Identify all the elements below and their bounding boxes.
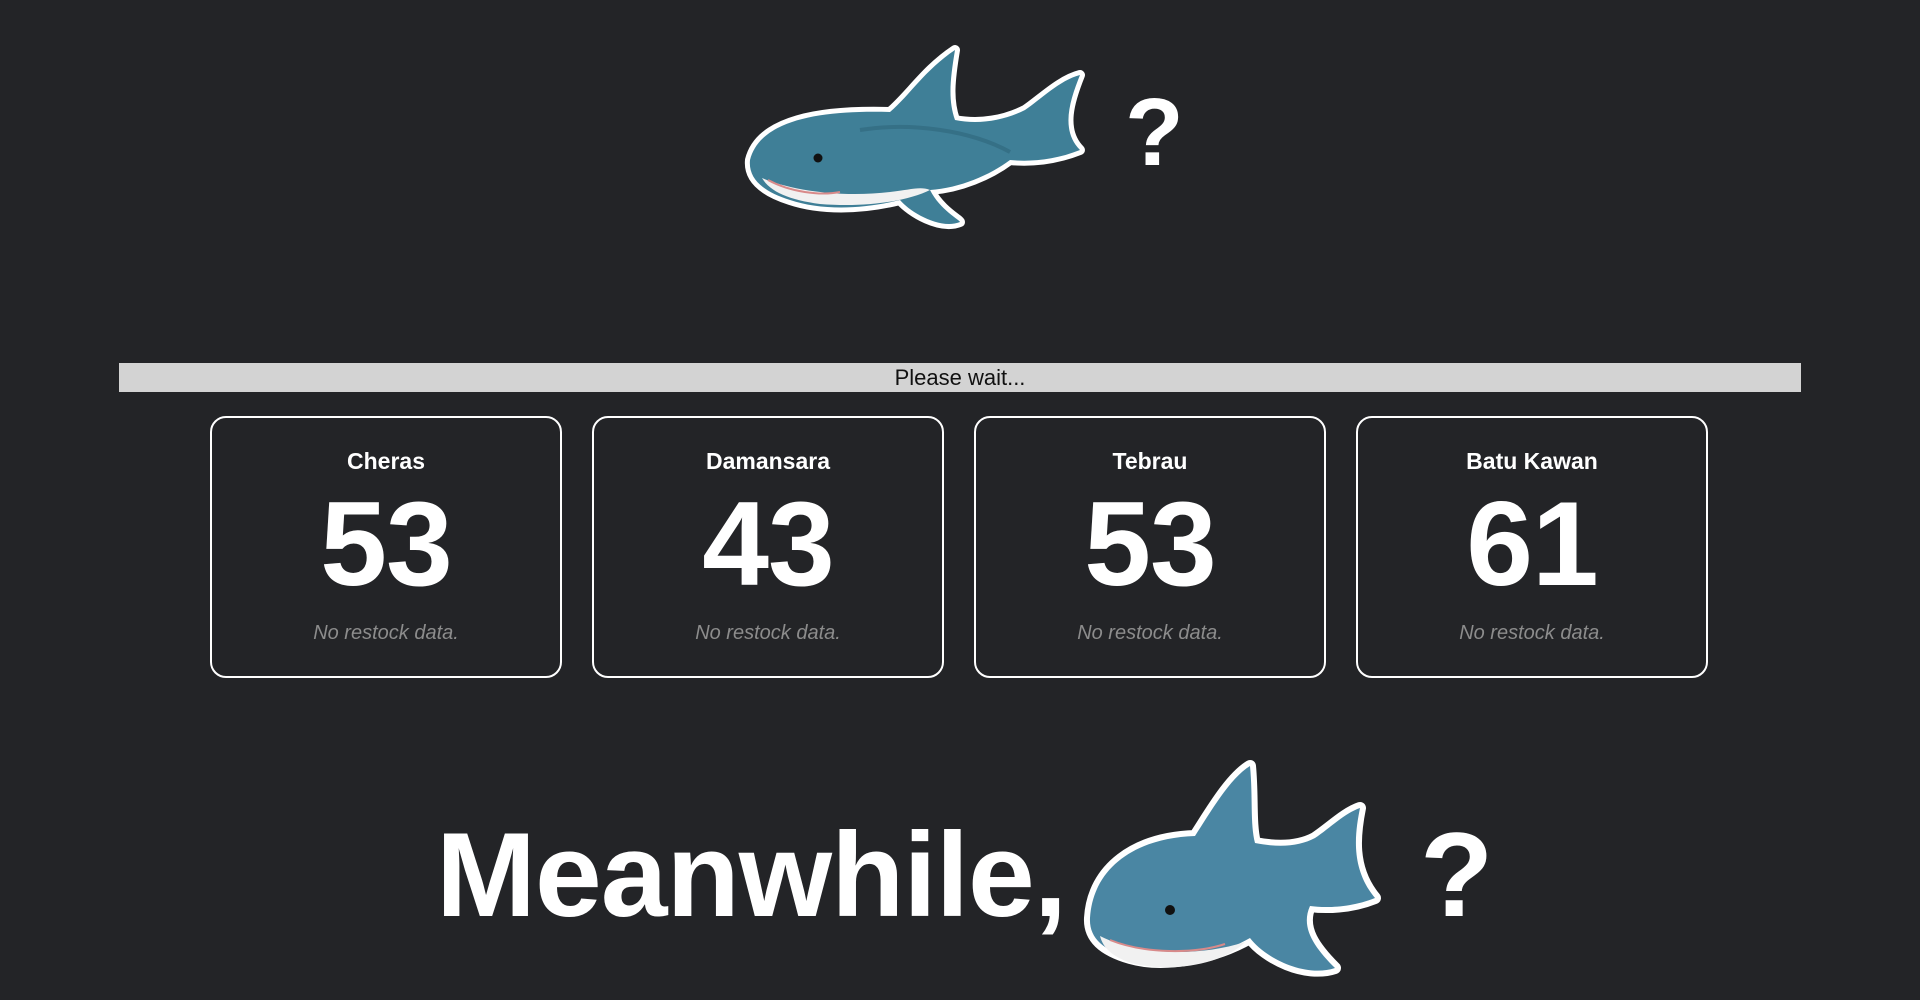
store-card-damansara: Damansara 43 No restock data. xyxy=(592,416,944,678)
restock-note: No restock data. xyxy=(1459,622,1605,644)
restock-note: No restock data. xyxy=(1077,622,1223,644)
shark-plush-icon xyxy=(1075,758,1415,1000)
store-name: Cheras xyxy=(347,448,425,474)
restock-note: No restock data. xyxy=(695,622,841,644)
store-name: Damansara xyxy=(705,448,831,474)
store-card-batu-kawan: Batu Kawan 61 No restock data. xyxy=(1356,416,1708,678)
question-mark: ? xyxy=(1420,808,1494,942)
store-cards: Cheras 53 No restock data. Damansara 43 … xyxy=(210,416,1710,678)
store-card-cheras: Cheras 53 No restock data. xyxy=(210,416,562,678)
stock-count: 53 xyxy=(1084,477,1216,611)
page: ? Please wait... Cheras 53 No restock da… xyxy=(0,0,1920,1000)
stock-count: 53 xyxy=(320,477,452,611)
stock-count: 61 xyxy=(1466,477,1598,611)
shark-plush-icon xyxy=(740,40,1180,280)
loading-status-bar: Please wait... xyxy=(119,363,1801,392)
restock-note: No restock data. xyxy=(313,622,459,644)
store-name: Batu Kawan xyxy=(1466,448,1598,474)
store-card-tebrau: Tebrau 53 No restock data. xyxy=(974,416,1326,678)
question-mark: ? xyxy=(1125,79,1184,186)
store-name: Tebrau xyxy=(1112,448,1188,474)
meanwhile-heading: Meanwhile, xyxy=(436,808,1067,942)
stock-count: 43 xyxy=(702,477,834,611)
